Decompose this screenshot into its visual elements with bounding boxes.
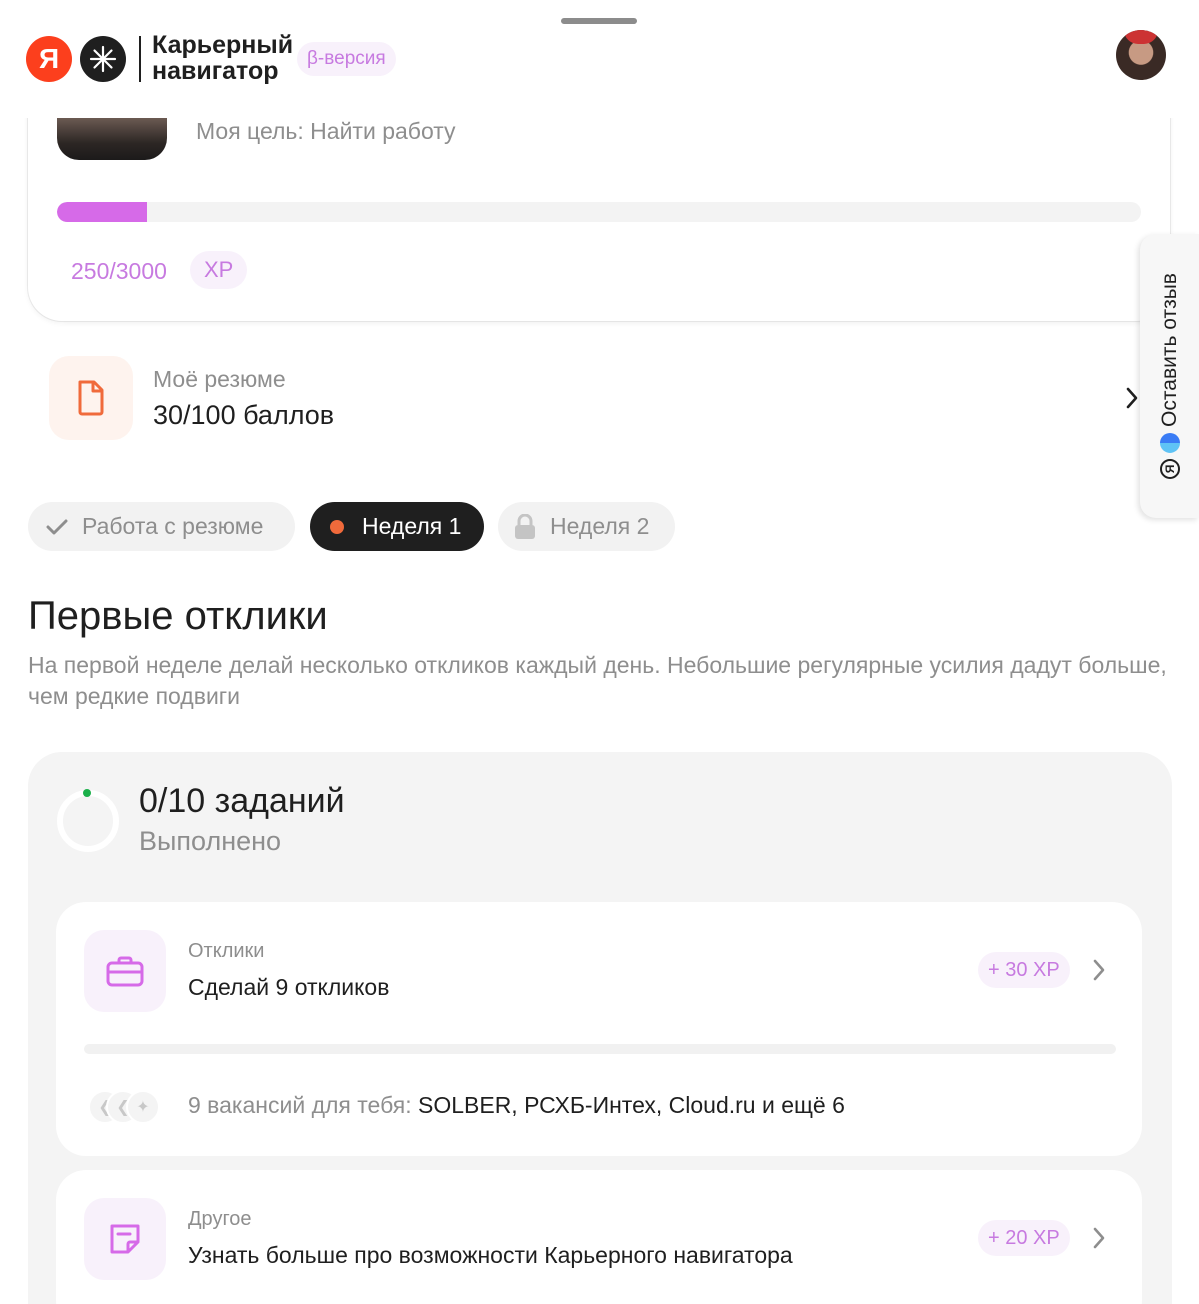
resume-label: Моё резюме — [153, 366, 286, 392]
lock-icon — [514, 513, 536, 540]
chip-resume-work[interactable]: Работа с резюме — [28, 502, 295, 551]
resume-score[interactable]: 30/100 баллов — [153, 400, 334, 431]
logo-divider — [139, 36, 141, 82]
chip-label: Работа с резюме — [82, 513, 264, 539]
active-dot-icon — [330, 519, 344, 534]
feedback-side-tab[interactable]: Я Оставить отзыв — [1140, 234, 1199, 518]
task-card-other[interactable]: Другое Узнать больше про возможности Кар… — [56, 1170, 1142, 1304]
briefcase-icon — [106, 956, 144, 987]
xp-progress-bar — [57, 202, 1141, 222]
chip-week-1[interactable]: Неделя 1 — [310, 502, 484, 551]
vacancy-logos: ❮ ❮ ✦ — [88, 1090, 168, 1124]
career-goal: Моя цель: Найти работу — [196, 118, 456, 144]
task-xp-badge: + 30 XP — [978, 952, 1070, 988]
forms-icon — [1160, 432, 1180, 453]
chip-label: Неделя 1 — [362, 513, 462, 539]
xp-counter: 250/3000 — [71, 258, 167, 284]
task-category: Отклики — [188, 940, 265, 962]
vacancy-company-names: SOLBER, РСХБ-Интех, Cloud.ru и ещё 6 — [417, 1092, 845, 1118]
task-icon-box — [84, 930, 166, 1012]
profile-photo — [57, 118, 167, 160]
section-title: Первые отклики — [28, 594, 328, 638]
tasks-count: 0/10 заданий — [139, 782, 345, 820]
task-card-responses[interactable]: Отклики Сделай 9 откликов + 30 XP ❮ ❮ ✦ … — [56, 902, 1142, 1156]
task-xp-badge: + 20 XP — [978, 1220, 1070, 1256]
task-category: Другое — [188, 1208, 252, 1230]
task-icon-box — [84, 1198, 166, 1280]
user-avatar[interactable] — [1116, 30, 1166, 80]
resume-chevron-right-icon[interactable] — [1125, 386, 1139, 415]
tasks-progress-ring — [57, 790, 119, 852]
chevron-right-icon[interactable] — [1092, 958, 1106, 987]
tasks-panel: 0/10 заданий Выполнено Отклики Сделай 9 … — [28, 752, 1172, 1304]
company-logo-icon: ✦ — [126, 1090, 160, 1124]
sticky-note-icon — [110, 1224, 140, 1254]
brand-title[interactable]: Карьерный навигатор — [152, 32, 302, 84]
profile-progress-card: Моя цель: Найти работу 250/3000 XP — [28, 90, 1170, 321]
section-description: На первой неделе делай несколько отклико… — [28, 652, 1167, 709]
xp-unit-badge: XP — [190, 251, 248, 289]
beta-badge: β-версия — [297, 42, 396, 76]
chip-label: Неделя 2 — [550, 513, 650, 539]
sparkle-logo-icon — [80, 36, 126, 82]
yandex-logo[interactable]: Я — [26, 36, 72, 82]
vacancy-count-label: 9 вакансий для тебя: — [188, 1092, 412, 1118]
resume-icon-box[interactable] — [49, 356, 133, 440]
chevron-right-icon[interactable] — [1092, 1226, 1106, 1255]
task-title: Узнать больше про возможности Карьерного… — [188, 1242, 793, 1268]
feedback-label: Оставить отзыв — [1158, 273, 1181, 427]
xp-progress-fill — [57, 202, 148, 222]
yandex-small-icon: Я — [1160, 458, 1180, 479]
chip-week-2[interactable]: Неделя 2 — [498, 502, 675, 551]
tasks-progress-dot — [83, 789, 91, 797]
task-title: Сделай 9 откликов — [188, 974, 390, 1000]
task-progress-bar — [84, 1044, 1116, 1054]
app-header: Я Карьерный навигатор β-версия — [0, 0, 1199, 118]
document-icon — [78, 380, 104, 416]
sparkle-icon — [89, 45, 117, 73]
check-icon — [46, 518, 68, 536]
vacancy-recommendations[interactable]: 9 вакансий для тебя: SOLBER, РСХБ-Интех,… — [188, 1092, 845, 1119]
tasks-status: Выполнено — [139, 826, 282, 856]
sheet-drag-handle-top[interactable] — [561, 18, 637, 24]
